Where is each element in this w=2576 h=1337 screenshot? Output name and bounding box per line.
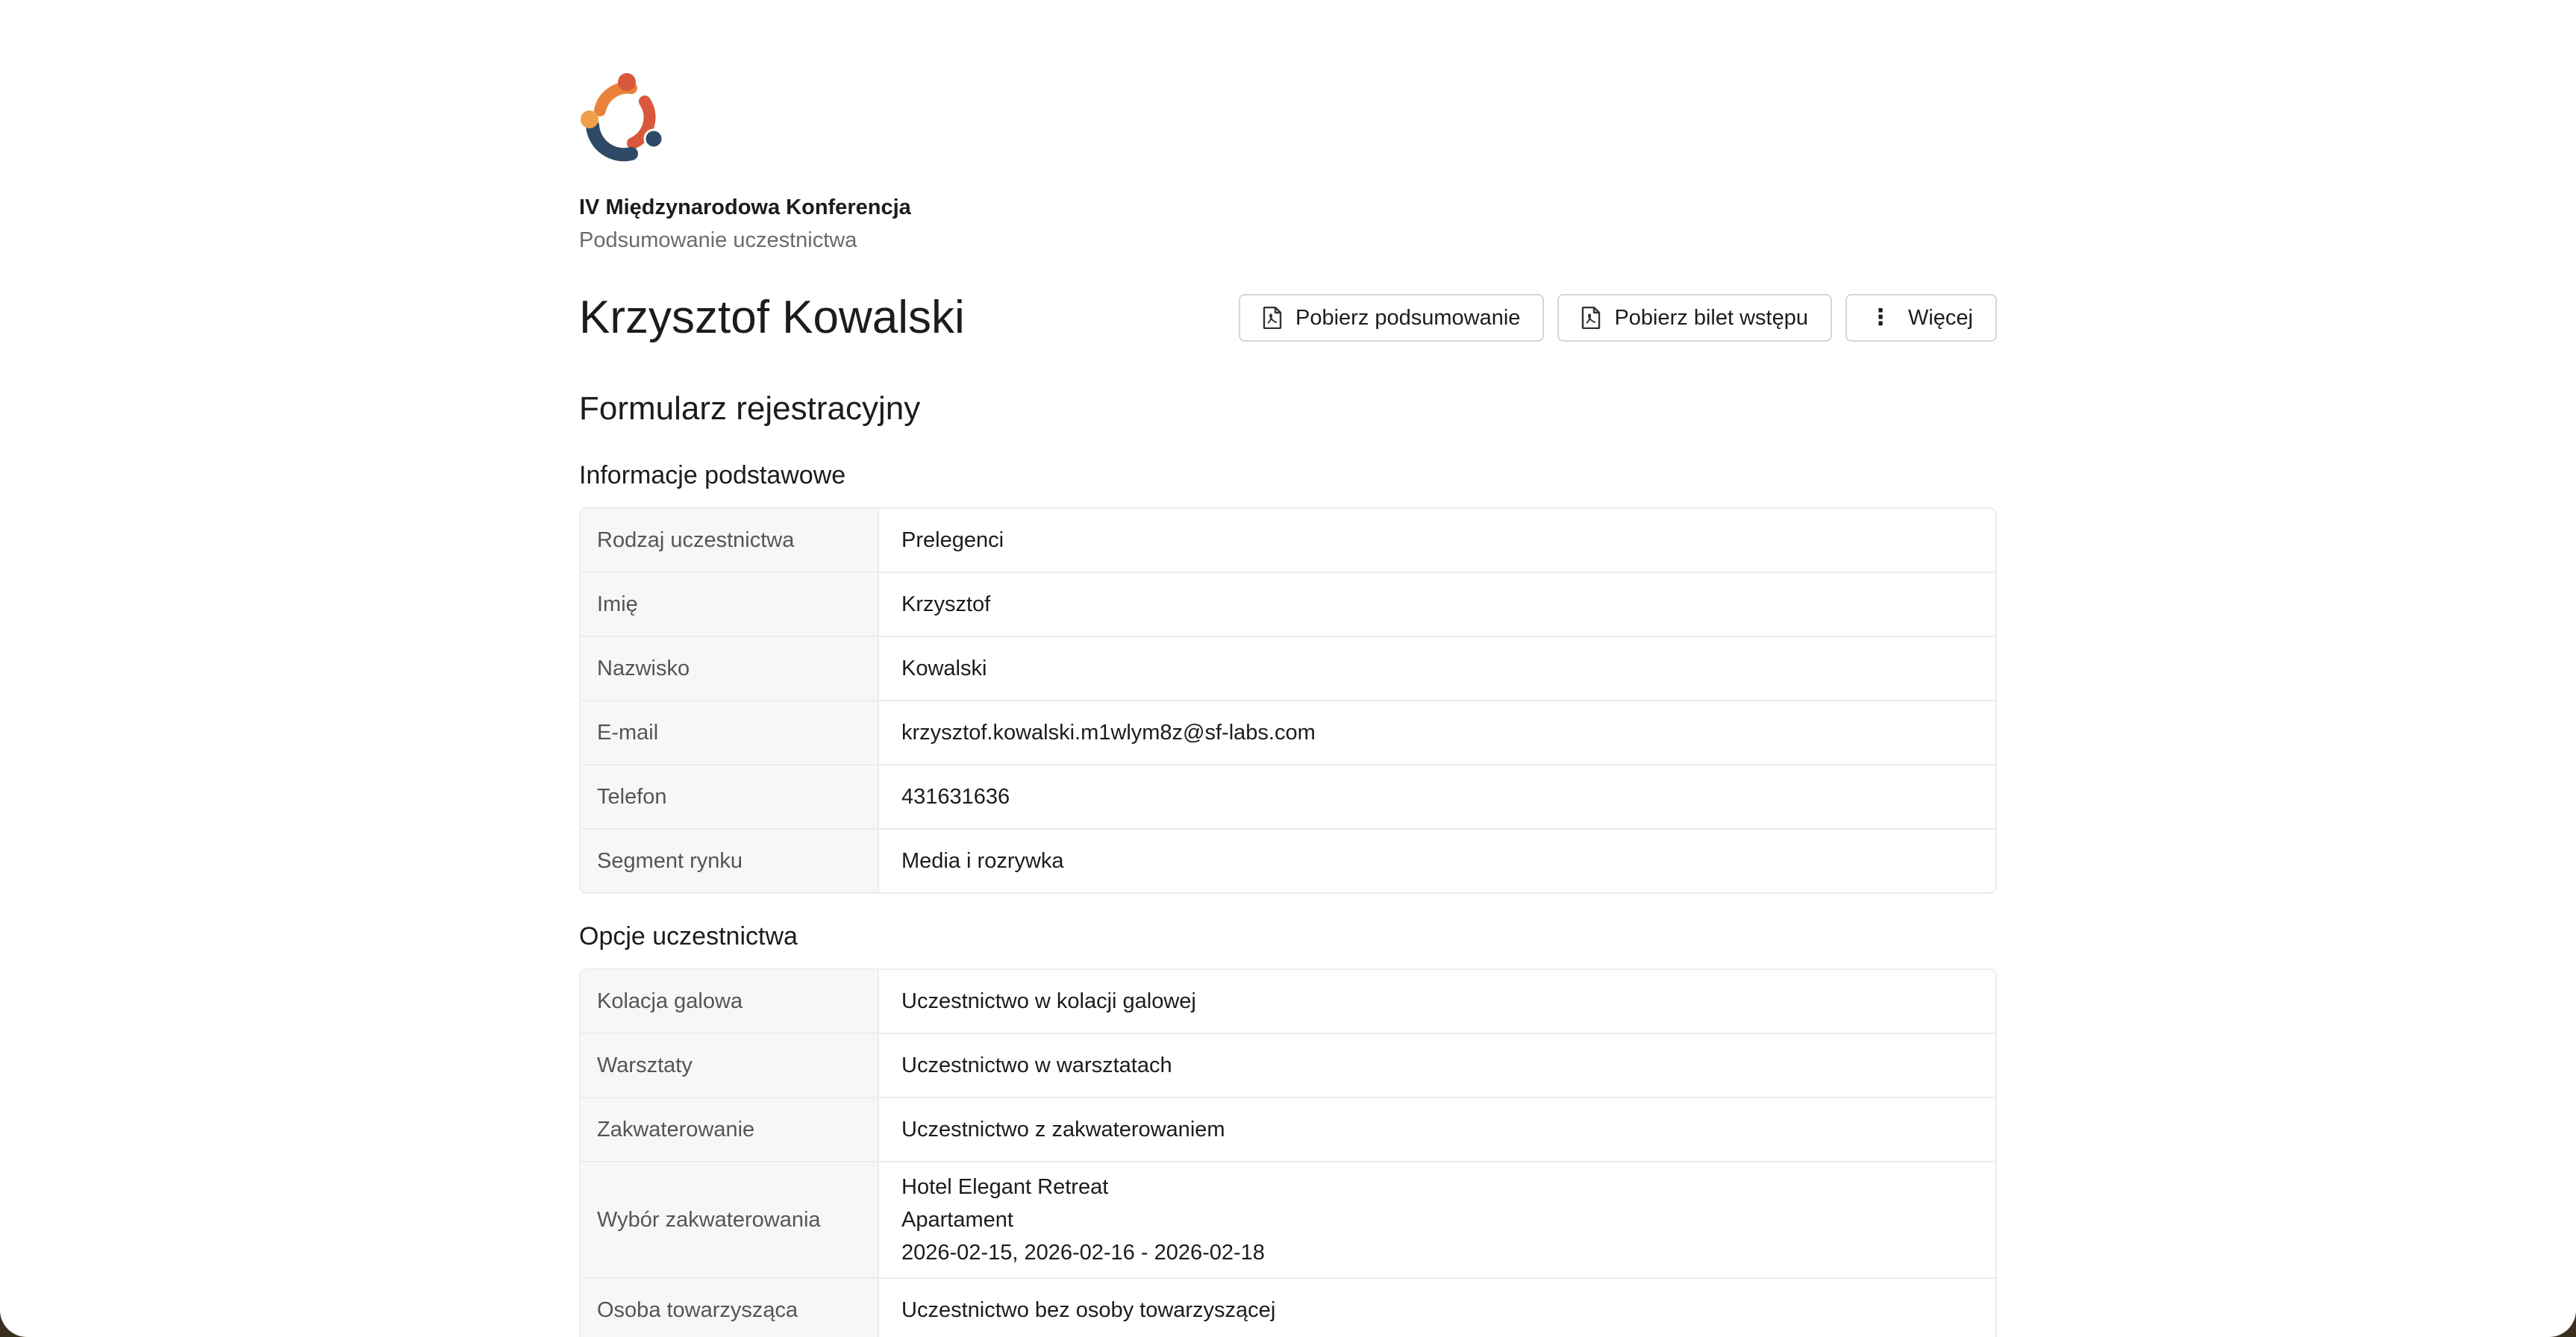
field-value: Kowalski [901,657,987,680]
more-button[interactable]: ⋮ Więcej [1845,294,1997,342]
registration-form-title: Formularz rejestracyjny [579,390,921,427]
phone-value: 431631636 [901,785,1010,809]
field-label: Kolacja galowa [581,970,879,1033]
summary-page: IV Międzynarodowa Konferencja Podsumowan… [579,72,1997,1337]
field-label: Zakwaterowanie [581,1098,879,1161]
field-label: Rodzaj uczestnictwa [581,509,879,572]
accommodation-details: Hotel Elegant Retreat Apartament 2026-02… [879,1162,1995,1277]
hotel-name: Hotel Elegant Retreat [901,1175,1109,1199]
table-row: Osoba towarzysząca Uczestnictwo bez osob… [581,1277,1995,1337]
field-label: Imię [581,573,879,636]
room-type: Apartament [901,1208,1013,1232]
field-value: Media i rozrywka [901,849,1064,873]
app-window: IV Międzynarodowa Konferencja Podsumowan… [0,0,2576,1337]
field-label: Segment rynku [581,830,879,892]
table-row: Imię Krzysztof [581,572,1995,636]
stay-dates: 2026-02-15, 2026-02-16 - 2026-02-18 [901,1241,1265,1265]
conference-logo [581,73,664,162]
table-row: Rodzaj uczestnictwa Prelegenci [581,509,1995,572]
table-row: E-mail krzysztof.kowalski.m1wlym8z@sf-la… [581,700,1995,764]
basic-info-title: Informacje podstawowe [579,461,846,489]
event-subtitle: Podsumowanie uczestnictwa [579,228,857,252]
table-row: Wybór zakwaterowania Hotel Elegant Retre… [581,1161,1995,1277]
action-buttons: Pobierz podsumowanie Pobierz bilet wstęp… [1238,294,1997,342]
download-ticket-button[interactable]: Pobierz bilet wstępu [1557,294,1832,342]
field-label: E-mail [581,701,879,764]
table-row: Zakwaterowanie Uczestnictwo z zakwaterow… [581,1097,1995,1161]
field-value: Uczestnictwo bez osoby towarzyszącej [901,1298,1276,1322]
field-label: Osoba towarzysząca [581,1279,879,1337]
field-value: Uczestnictwo z zakwaterowaniem [901,1118,1225,1142]
download-summary-label: Pobierz podsumowanie [1295,305,1521,330]
pdf-file-icon [1263,307,1282,329]
basic-info-table: Rodzaj uczestnictwa Prelegenci Imię Krzy… [579,507,1997,894]
field-value: Prelegenci [901,528,1004,552]
table-row: Nazwisko Kowalski [581,636,1995,700]
event-title: IV Międzynarodowa Konferencja [579,195,911,219]
kebab-menu-icon: ⋮ [1869,305,1892,330]
table-row: Warsztaty Uczestnictwo w warsztatach [581,1033,1995,1097]
table-row: Kolacja galowa Uczestnictwo w kolacji ga… [581,970,1995,1033]
download-ticket-label: Pobierz bilet wstępu [1614,305,1808,330]
more-label: Więcej [1907,305,1973,330]
download-summary-button[interactable]: Pobierz podsumowanie [1238,294,1545,342]
field-value: Krzysztof [901,592,991,616]
field-value: Uczestnictwo w kolacji galowej [901,989,1196,1013]
pdf-file-icon [1581,307,1601,329]
participation-options-title: Opcje uczestnictwa [579,922,798,951]
table-row: Telefon 431631636 [581,764,1995,828]
participation-options-table: Kolacja galowa Uczestnictwo w kolacji ga… [579,968,1997,1337]
participant-header: Krzysztof Kowalski Pobierz podsumowanie [579,288,1997,348]
field-label: Wybór zakwaterowania [581,1162,879,1277]
field-label: Warsztaty [581,1034,879,1097]
email-value: krzysztof.kowalski.m1wlym8z@sf-labs.com [901,721,1316,745]
table-row: Segment rynku Media i rozrywka [581,828,1995,892]
field-label: Telefon [581,765,879,828]
field-value: Uczestnictwo w warsztatach [901,1053,1172,1077]
field-label: Nazwisko [581,637,879,700]
participant-name: Krzysztof Kowalski [579,292,965,343]
